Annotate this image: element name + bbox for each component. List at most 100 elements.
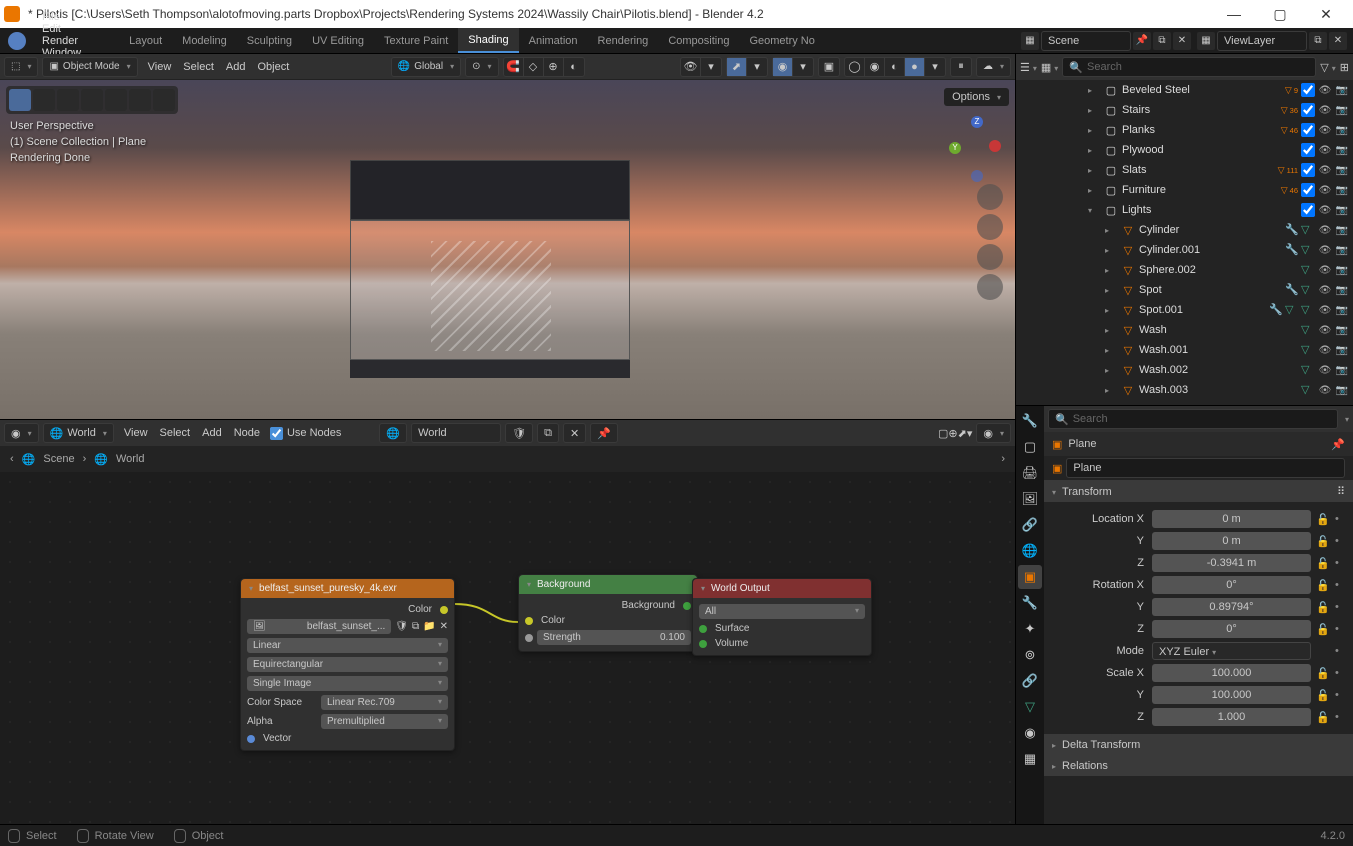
hide-render-icon[interactable]: 📷 bbox=[1335, 325, 1349, 336]
gizmo-group[interactable]: ⬈▾ bbox=[726, 57, 768, 77]
projection-dropdown[interactable]: Equirectangular bbox=[247, 657, 448, 672]
node-world-output[interactable]: World Output All Surface Volume bbox=[692, 578, 872, 656]
use-nodes-checkbox[interactable]: Use Nodes bbox=[270, 427, 341, 440]
outliner-row[interactable]: ▸▢Furniture▽46👁📷 bbox=[1016, 180, 1353, 200]
select-tool[interactable] bbox=[9, 89, 31, 111]
viewlayer-field[interactable]: ViewLayer bbox=[1217, 31, 1307, 51]
exclude-checkbox[interactable] bbox=[1301, 83, 1315, 97]
tab-scene[interactable]: 🔗 bbox=[1018, 513, 1042, 537]
outliner-row[interactable]: ▸▽Wash.002▽👁📷 bbox=[1016, 360, 1353, 380]
outliner-row[interactable]: ▸▽Sphere.002▽👁📷 bbox=[1016, 260, 1353, 280]
pause-icon[interactable]: ⏸ bbox=[950, 57, 972, 77]
tab-constraint[interactable]: 🔗 bbox=[1018, 669, 1042, 693]
workspace-rendering[interactable]: Rendering bbox=[588, 28, 659, 53]
node-menu-select[interactable]: Select bbox=[154, 427, 197, 439]
mode-dropdown[interactable]: ▣ Object Mode bbox=[42, 57, 137, 77]
open-image-icon[interactable]: 📁 bbox=[423, 621, 435, 632]
hide-render-icon[interactable]: 📷 bbox=[1335, 345, 1349, 356]
perspective-icon[interactable] bbox=[977, 274, 1003, 300]
axis-y-icon[interactable]: Y bbox=[949, 142, 961, 154]
outliner-row[interactable]: ▸▢Stairs▽36👁📷 bbox=[1016, 100, 1353, 120]
hide-viewport-icon[interactable]: 👁 bbox=[1318, 225, 1332, 236]
copy-image-icon[interactable]: ⧉ bbox=[412, 621, 419, 632]
breadcrumb-world[interactable]: World bbox=[116, 453, 145, 465]
tab-material[interactable]: ◉ bbox=[1018, 721, 1042, 745]
world-shield-icon[interactable]: 🛡 bbox=[505, 423, 533, 443]
outliner-row[interactable]: ▾▢Lights👁📷 bbox=[1016, 200, 1353, 220]
outliner-search[interactable]: 🔍 Search bbox=[1062, 57, 1316, 77]
tab-modifier[interactable]: 🔧 bbox=[1018, 591, 1042, 615]
new-collection-icon[interactable]: ⊞ bbox=[1340, 61, 1349, 74]
viewport-menu-object[interactable]: Object bbox=[251, 61, 295, 73]
transform-header[interactable]: Transform⠿ bbox=[1044, 481, 1353, 502]
hide-viewport-icon[interactable]: 👁 bbox=[1318, 205, 1332, 216]
tab-tool[interactable]: 🔧 bbox=[1018, 409, 1042, 433]
hide-viewport-icon[interactable]: 👁 bbox=[1318, 345, 1332, 356]
hide-viewport-icon[interactable]: 👁 bbox=[1318, 305, 1332, 316]
loc-x[interactable]: 0 m bbox=[1152, 510, 1311, 528]
delta-transform-header[interactable]: Delta Transform bbox=[1044, 735, 1353, 755]
outliner-row[interactable]: ▸▢Plywood👁📷 bbox=[1016, 140, 1353, 160]
hide-viewport-icon[interactable]: 👁 bbox=[1318, 125, 1332, 136]
workspace-layout[interactable]: Layout bbox=[119, 28, 172, 53]
hide-render-icon[interactable]: 📷 bbox=[1335, 85, 1349, 96]
orientation-gizmo[interactable]: Z Y bbox=[943, 116, 1003, 176]
target-dropdown[interactable]: All bbox=[699, 604, 865, 619]
workspace-texture-paint[interactable]: Texture Paint bbox=[374, 28, 458, 53]
hide-viewport-icon[interactable]: 👁 bbox=[1318, 185, 1332, 196]
pivot-dropdown[interactable]: ⊙ bbox=[465, 57, 498, 77]
rot-y[interactable]: 0.89794° bbox=[1152, 598, 1311, 616]
zoom-icon[interactable] bbox=[977, 184, 1003, 210]
colorspace-dropdown[interactable]: Linear Rec.709 bbox=[321, 695, 448, 710]
tab-world[interactable]: 🌐 bbox=[1018, 539, 1042, 563]
workspace-modeling[interactable]: Modeling bbox=[172, 28, 237, 53]
hide-render-icon[interactable]: 📷 bbox=[1335, 105, 1349, 116]
source-dropdown[interactable]: Single Image bbox=[247, 676, 448, 691]
scale-x[interactable]: 100.000 bbox=[1152, 664, 1311, 682]
exclude-checkbox[interactable] bbox=[1301, 103, 1315, 117]
node-tools[interactable]: ▢⊕⬈▾ bbox=[938, 427, 972, 440]
hide-render-icon[interactable]: 📷 bbox=[1335, 285, 1349, 296]
exclude-checkbox[interactable] bbox=[1301, 163, 1315, 177]
tab-render[interactable]: ▢ bbox=[1018, 435, 1042, 459]
hide-render-icon[interactable]: 📷 bbox=[1335, 145, 1349, 156]
object-name-field[interactable]: Plane bbox=[1066, 458, 1345, 478]
copy-scene-icon[interactable]: ⧉ bbox=[1153, 32, 1171, 50]
workspace-geometry-no[interactable]: Geometry No bbox=[739, 28, 824, 53]
filter-icon[interactable]: ▽ bbox=[1320, 61, 1335, 74]
interp-dropdown[interactable]: Linear bbox=[247, 638, 448, 653]
axis-neg-icon[interactable] bbox=[971, 170, 983, 182]
tab-physics[interactable]: ⊚ bbox=[1018, 643, 1042, 667]
outliner-row[interactable]: ▸▽Spot.001🔧▽▽👁📷 bbox=[1016, 300, 1353, 320]
hide-viewport-icon[interactable]: 👁 bbox=[1318, 85, 1332, 96]
minimize-button[interactable]: — bbox=[1211, 0, 1257, 28]
unlink-image-icon[interactable]: ✕ bbox=[440, 621, 448, 632]
node-menu-view[interactable]: View bbox=[118, 427, 154, 439]
fake-user-icon[interactable]: 🛡 bbox=[395, 621, 408, 632]
menu-edit[interactable]: Edit bbox=[34, 23, 89, 35]
tool-6[interactable] bbox=[129, 89, 151, 111]
scene-name-field[interactable]: Scene bbox=[1041, 31, 1131, 51]
scale-z[interactable]: 1.000 bbox=[1152, 708, 1311, 726]
remove-viewlayer-icon[interactable]: ✕ bbox=[1329, 32, 1347, 50]
close-button[interactable]: ✕ bbox=[1303, 0, 1349, 28]
node-environment-texture[interactable]: belfast_sunset_puresky_4k.exr Color 🖼 be… bbox=[240, 578, 455, 751]
viewport-canvas[interactable]: User Perspective (1) Scene Collection | … bbox=[0, 80, 1015, 419]
exclude-checkbox[interactable] bbox=[1301, 203, 1315, 217]
rot-z[interactable]: 0° bbox=[1152, 620, 1311, 638]
workspace-compositing[interactable]: Compositing bbox=[658, 28, 739, 53]
outliner-type[interactable]: ☰ bbox=[1020, 61, 1037, 74]
snap-group[interactable]: 🧲◇⊕◐ bbox=[503, 57, 585, 77]
hide-render-icon[interactable]: 📷 bbox=[1335, 225, 1349, 236]
viewport-menu-select[interactable]: Select bbox=[177, 61, 220, 73]
world-pin-icon[interactable]: 📌 bbox=[590, 423, 618, 443]
world-name-field[interactable]: World bbox=[411, 423, 501, 443]
alpha-dropdown[interactable]: Premultiplied bbox=[321, 714, 448, 729]
pan-icon[interactable] bbox=[977, 214, 1003, 240]
editor-type-dropdown[interactable]: ⬚ bbox=[4, 57, 38, 77]
hide-viewport-icon[interactable]: 👁 bbox=[1318, 265, 1332, 276]
hide-viewport-icon[interactable]: 👁 bbox=[1318, 285, 1332, 296]
pin-scene-icon[interactable]: 📌 bbox=[1133, 32, 1151, 50]
hide-viewport-icon[interactable]: 👁 bbox=[1318, 165, 1332, 176]
tool-2[interactable] bbox=[33, 89, 55, 111]
